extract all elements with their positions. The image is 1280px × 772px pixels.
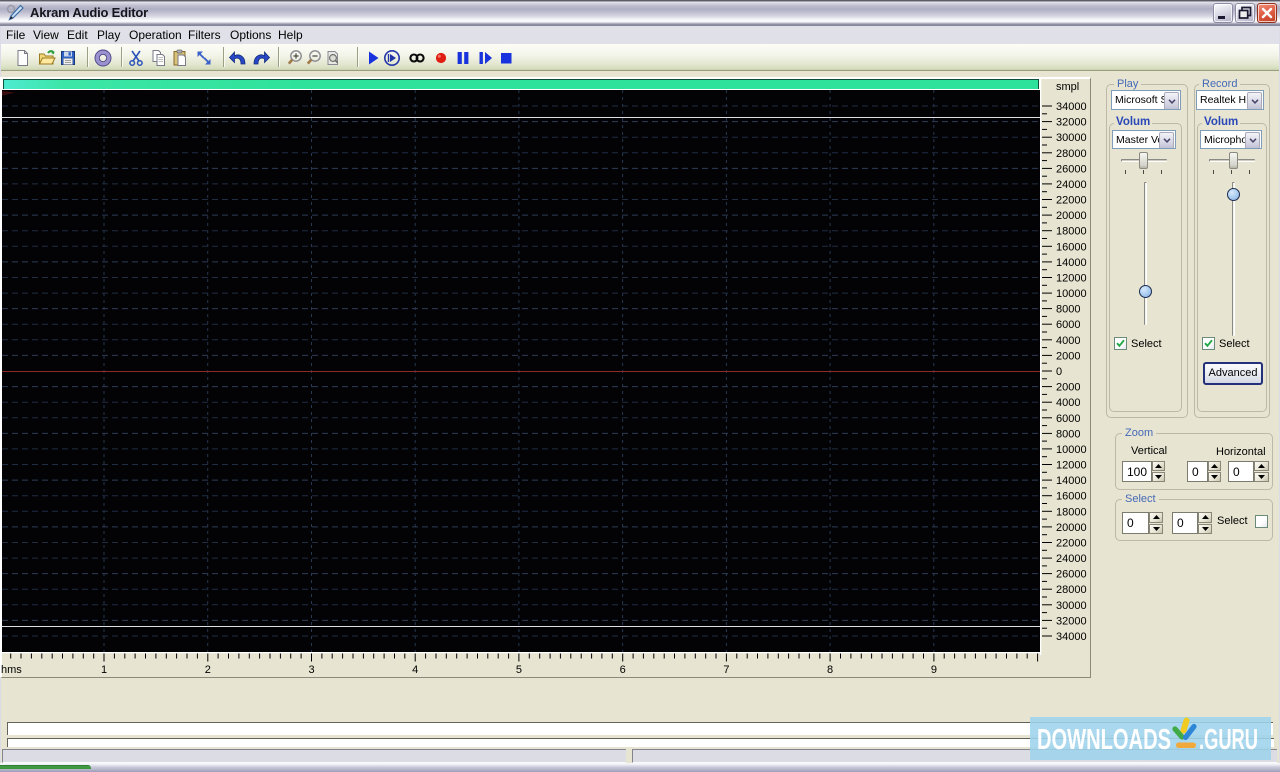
svg-text:28000: 28000 [1056, 584, 1087, 596]
svg-text:8000: 8000 [1056, 304, 1080, 316]
svg-text:5: 5 [516, 664, 522, 676]
svg-text:.GURU: .GURU [1199, 724, 1258, 756]
svg-text:28000: 28000 [1056, 148, 1087, 160]
svg-text:3: 3 [308, 664, 314, 676]
svg-text:16000: 16000 [1056, 491, 1087, 503]
svg-text:34000: 34000 [1056, 631, 1087, 643]
svg-text:34000: 34000 [1056, 101, 1087, 113]
svg-text:9: 9 [931, 664, 937, 676]
svg-text:smpl: smpl [1056, 81, 1079, 93]
svg-text:30000: 30000 [1056, 600, 1087, 612]
svg-text:4000: 4000 [1056, 335, 1080, 347]
svg-text:8000: 8000 [1056, 428, 1080, 440]
svg-text:32000: 32000 [1056, 117, 1087, 129]
svg-text:10000: 10000 [1056, 444, 1087, 456]
svg-text:6000: 6000 [1056, 319, 1080, 331]
svg-text:14000: 14000 [1056, 257, 1087, 269]
svg-text:2000: 2000 [1056, 350, 1080, 362]
svg-text:22000: 22000 [1056, 195, 1087, 207]
svg-text:2000: 2000 [1056, 382, 1080, 394]
svg-text:12000: 12000 [1056, 460, 1087, 472]
svg-text:26000: 26000 [1056, 569, 1087, 581]
svg-text:18000: 18000 [1056, 506, 1087, 518]
svg-text:2: 2 [205, 664, 211, 676]
svg-text:20000: 20000 [1056, 522, 1087, 534]
svg-text:30000: 30000 [1056, 132, 1087, 144]
svg-text:26000: 26000 [1056, 163, 1087, 175]
svg-text:14000: 14000 [1056, 475, 1087, 487]
svg-text:7: 7 [723, 664, 729, 676]
svg-text:6: 6 [620, 664, 626, 676]
svg-text:22000: 22000 [1056, 538, 1087, 550]
svg-text:4: 4 [412, 664, 418, 676]
svg-text:8: 8 [827, 664, 833, 676]
svg-text:0: 0 [1056, 366, 1062, 378]
svg-text:20000: 20000 [1056, 210, 1087, 222]
svg-text:18000: 18000 [1056, 226, 1087, 238]
svg-text:hms: hms [1, 664, 22, 676]
svg-text:32000: 32000 [1056, 615, 1087, 627]
svg-text:16000: 16000 [1056, 241, 1087, 253]
svg-text:DOWNLOADS: DOWNLOADS [1037, 724, 1171, 756]
svg-text:4000: 4000 [1056, 397, 1080, 409]
svg-text:10000: 10000 [1056, 288, 1087, 300]
svg-text:24000: 24000 [1056, 553, 1087, 565]
svg-text:24000: 24000 [1056, 179, 1087, 191]
svg-text:1: 1 [101, 664, 107, 676]
svg-text:12000: 12000 [1056, 273, 1087, 285]
svg-text:6000: 6000 [1056, 413, 1080, 425]
